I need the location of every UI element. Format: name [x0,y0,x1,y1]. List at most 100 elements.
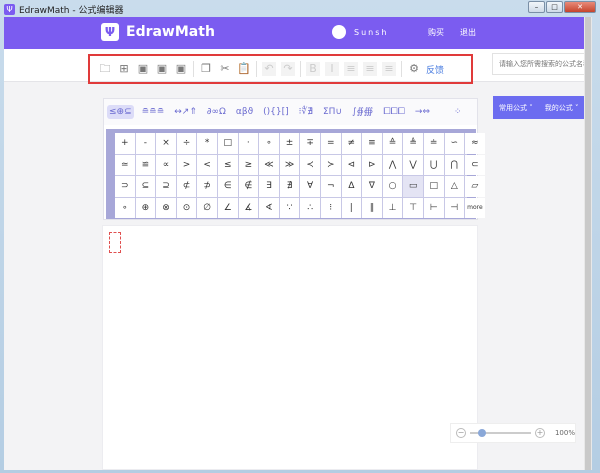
symbol-button[interactable]: △ [444,176,465,197]
symbol-button[interactable]: ∥ [362,197,382,218]
symbol-button[interactable]: ∡ [238,197,259,218]
symbol-button[interactable]: ≈ [465,133,485,154]
user-menu[interactable]: Sunsh [332,25,388,39]
symbol-button[interactable]: ⊃ [115,176,135,197]
symbol-button[interactable]: = [320,133,341,154]
symbol-button[interactable]: ⊤ [403,197,423,218]
symbol-button[interactable]: ∽ [444,133,465,154]
buy-link[interactable]: 购买 [428,27,444,38]
zoom-in-button[interactable]: + [535,428,545,438]
symbol-button[interactable]: ⊕ [135,197,156,218]
symbol-button[interactable]: ⁝ [320,197,341,218]
symbol-button[interactable]: * [197,133,217,154]
vertical-scrollbar[interactable] [584,17,592,470]
symbol-button[interactable]: ± [279,133,300,154]
symbol-button[interactable]: ○ [382,176,403,197]
symbol-button[interactable]: ⊳ [362,154,382,175]
cut-icon[interactable]: ✂ [218,62,232,76]
symbol-button[interactable]: > [176,154,197,175]
more-symbols-button[interactable]: more [465,197,485,218]
symbol-button[interactable]: ≥ [238,154,259,175]
symbol-button[interactable]: ∢ [259,197,279,218]
symbol-button[interactable]: ⊆ [135,176,156,197]
symbol-button[interactable]: ∅ [197,197,217,218]
align-left-icon[interactable]: ≡ [344,62,358,76]
symbol-button[interactable]: ∄ [279,176,300,197]
symbol-button[interactable]: + [115,133,135,154]
align-right-icon[interactable]: ≡ [382,62,396,76]
align-center-icon[interactable]: ≡ [363,62,377,76]
category-tab[interactable]: ⧠⧠⧠ [381,105,407,119]
tab-my-formulas[interactable]: 我的公式 ˅ [545,103,579,113]
symbol-button[interactable]: ÷ [176,133,197,154]
symbol-button[interactable]: ∉ [238,176,259,197]
symbol-button[interactable]: · [238,133,259,154]
category-tab[interactable]: ⁝∜∄ [297,105,315,119]
category-tab[interactable]: ⁘ [452,105,464,119]
logout-link[interactable]: 退出 [460,27,476,38]
category-tab[interactable]: (){}[] [261,105,291,119]
maximize-button[interactable]: □ [546,1,563,13]
symbol-button[interactable]: ⊂ [465,154,485,175]
symbol-button[interactable]: ⋀ [382,154,403,175]
symbol-button[interactable]: ▱ [465,176,485,197]
undo-icon[interactable]: ↶ [262,62,276,76]
symbol-button[interactable]: ≡ [362,133,382,154]
symbol-button[interactable]: ⊇ [156,176,176,197]
category-tab[interactable]: ΣΠ∪ [321,105,344,119]
symbol-button[interactable]: ∘ [115,197,135,218]
export-image-icon[interactable]: ▣ [155,62,169,76]
tab-common-formulas[interactable]: 常用公式 ˅ [499,103,533,113]
category-tab[interactable]: →⇔ [413,105,432,119]
symbol-button[interactable]: ≻ [320,154,341,175]
symbol-button[interactable]: ⊗ [156,197,176,218]
copy-icon[interactable]: ❐ [199,62,213,76]
symbol-button[interactable]: ⋂ [444,154,465,175]
symbol-button[interactable]: ¬ [320,176,341,197]
symbol-button[interactable]: ⊲ [341,154,362,175]
symbol-button[interactable]: ∈ [217,176,238,197]
symbol-button[interactable]: | [341,197,362,218]
close-button[interactable]: ✕ [564,1,596,13]
symbol-button[interactable]: ≠ [341,133,362,154]
symbol-button[interactable]: ⊣ [444,197,465,218]
symbol-button[interactable]: ⊥ [382,197,403,218]
export-pdf-icon[interactable]: ▣ [136,62,150,76]
category-tab[interactable]: ∫∯∰ [350,105,375,119]
symbol-button[interactable]: □ [423,176,444,197]
symbol-button[interactable]: ≪ [259,154,279,175]
export-latex-icon[interactable]: ▣ [174,62,188,76]
symbol-button[interactable]: ≃ [115,154,135,175]
symbol-button[interactable]: × [156,133,176,154]
symbol-button[interactable]: ▭ [403,176,423,197]
symbol-button[interactable]: ≤ [217,154,238,175]
category-tab[interactable]: ↔↗⇑ [172,105,199,119]
symbol-button[interactable]: ⊄ [176,176,197,197]
open-icon[interactable]: 🗀 [98,62,112,76]
italic-icon[interactable]: I [325,62,339,76]
paste-icon[interactable]: 📋 [237,62,251,76]
search-input[interactable] [492,53,592,75]
input-placeholder-box[interactable] [109,232,121,253]
symbol-button[interactable]: ∴ [300,197,320,218]
symbol-button[interactable]: - [135,133,156,154]
symbol-button[interactable]: ≙ [382,133,403,154]
symbol-button[interactable]: ∓ [300,133,320,154]
symbol-button[interactable]: ⊙ [176,197,197,218]
new-icon[interactable]: ⊞ [117,62,131,76]
settings-icon[interactable]: ⚙ [407,62,421,76]
zoom-slider-handle[interactable] [478,429,487,437]
symbol-button[interactable]: ⊢ [423,197,444,218]
symbol-button[interactable]: < [197,154,217,175]
symbol-button[interactable]: ∇ [362,176,382,197]
symbol-button[interactable]: ∝ [156,154,176,175]
symbol-button[interactable]: ∠ [217,197,238,218]
minimize-button[interactable]: – [528,1,545,13]
symbol-button[interactable]: ≺ [300,154,320,175]
category-tab[interactable]: αβϑ [234,105,255,119]
symbol-button[interactable]: ∃ [259,176,279,197]
category-tab[interactable]: ≤⊕⊆ [107,105,134,119]
category-tab[interactable]: ≘≘≘ [140,105,167,119]
category-tab[interactable]: ∂∞Ω [205,105,228,119]
symbol-button[interactable]: ⊅ [197,176,217,197]
